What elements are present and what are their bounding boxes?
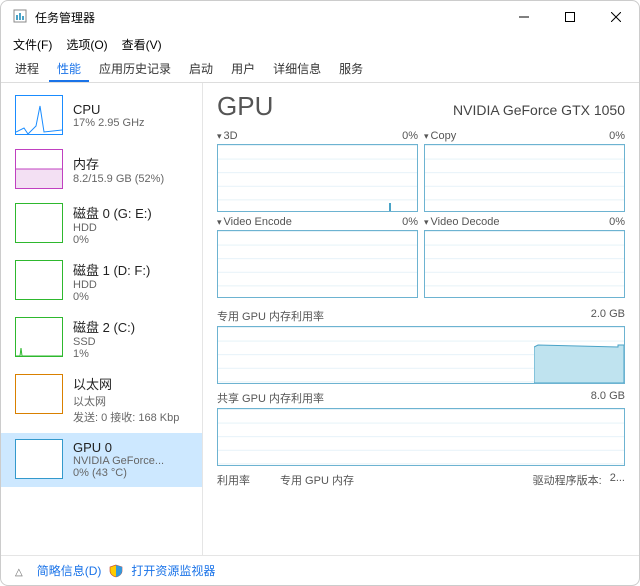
sidebar-item-disk1[interactable]: 磁盘 1 (D: F:) HDD 0% [1, 254, 202, 311]
disk2-sub1: SSD [73, 336, 135, 348]
gpu0-sub2: 0% (43 °C) [73, 467, 164, 479]
sidebar-item-disk0[interactable]: 磁盘 0 (G: E:) HDD 0% [1, 197, 202, 254]
graph-vdecode-label[interactable]: Video Decode [424, 216, 499, 228]
close-button[interactable] [593, 1, 639, 33]
window-title: 任务管理器 [35, 9, 95, 26]
detail-panel: GPU NVIDIA GeForce GTX 1050 3D 0% Copy 0… [203, 83, 639, 555]
titlebar-icon [13, 9, 27, 26]
graph-dedicated-memory[interactable] [217, 326, 625, 384]
disk2-sub2: 1% [73, 348, 135, 360]
cpu-sub: 17% 2.95 GHz [73, 117, 145, 129]
tab-details[interactable]: 详细信息 [265, 55, 329, 82]
memory-title: 内存 [73, 154, 164, 173]
graph-video-encode[interactable] [217, 230, 418, 298]
ethernet-thumb [15, 374, 63, 414]
graph-shared-memory[interactable] [217, 408, 625, 466]
disk1-sub1: HDD [73, 279, 150, 291]
driver-value: 2... [610, 472, 625, 488]
cpu-title: CPU [73, 102, 145, 117]
menu-view[interactable]: 查看(V) [122, 36, 162, 53]
disk1-sub2: 0% [73, 291, 150, 303]
graph-video-decode[interactable] [424, 230, 625, 298]
tab-services[interactable]: 服务 [331, 55, 371, 82]
tab-startup[interactable]: 启动 [181, 55, 221, 82]
sidebar: CPU 17% 2.95 GHz 内存 8.2/15.9 GB (52%) 磁盘… [1, 83, 203, 555]
tab-bar: 进程 性能 应用历史记录 启动 用户 详细信息 服务 [1, 55, 639, 83]
dedicated-mem-max: 2.0 GB [591, 308, 625, 324]
shield-icon [109, 563, 123, 578]
graph-vencode-value: 0% [402, 216, 418, 228]
menu-file[interactable]: 文件(F) [13, 36, 52, 53]
gpu0-title: GPU 0 [73, 440, 164, 455]
device-name: NVIDIA GeForce GTX 1050 [453, 102, 625, 118]
gpu0-sub1: NVIDIA GeForce... [73, 455, 164, 467]
graph-vencode-label[interactable]: Video Encode [217, 216, 292, 228]
graph-copy[interactable] [424, 144, 625, 212]
maximize-button[interactable] [547, 1, 593, 33]
open-resmon-link[interactable]: 打开资源监视器 [131, 562, 215, 579]
disk2-title: 磁盘 2 (C:) [73, 317, 135, 336]
page-title: GPU [217, 91, 273, 122]
graph-copy-label[interactable]: Copy [424, 130, 456, 142]
disk1-title: 磁盘 1 (D: F:) [73, 260, 150, 279]
dedmem-label: 专用 GPU 内存 [280, 472, 354, 488]
shared-mem-label: 共享 GPU 内存利用率 [217, 390, 324, 406]
ethernet-title: 以太网 [73, 374, 179, 393]
gpu0-thumb [15, 439, 63, 479]
tab-app-history[interactable]: 应用历史记录 [91, 55, 179, 82]
sidebar-item-memory[interactable]: 内存 8.2/15.9 GB (52%) [1, 143, 202, 197]
sidebar-item-gpu0[interactable]: GPU 0 NVIDIA GeForce... 0% (43 °C) [1, 433, 202, 487]
minimize-button[interactable] [501, 1, 547, 33]
disk0-sub1: HDD [73, 222, 152, 234]
tab-processes[interactable]: 进程 [7, 55, 47, 82]
disk0-sub2: 0% [73, 234, 152, 246]
memory-thumb [15, 149, 63, 189]
driver-label: 驱动程序版本: [533, 472, 602, 488]
disk0-title: 磁盘 0 (G: E:) [73, 203, 152, 222]
sidebar-item-disk2[interactable]: 磁盘 2 (C:) SSD 1% [1, 311, 202, 368]
footer-stats: 利用率 专用 GPU 内存 驱动程序版本: 2... [217, 472, 625, 488]
fewer-details-link[interactable]: 简略信息(D) [37, 562, 102, 579]
graph-3d[interactable] [217, 144, 418, 212]
graph-3d-value: 0% [402, 130, 418, 142]
disk1-thumb [15, 260, 63, 300]
memory-sub: 8.2/15.9 GB (52%) [73, 173, 164, 185]
dedicated-mem-label: 专用 GPU 内存利用率 [217, 308, 324, 324]
disk0-thumb [15, 203, 63, 243]
menu-options[interactable]: 选项(O) [66, 36, 107, 53]
content: CPU 17% 2.95 GHz 内存 8.2/15.9 GB (52%) 磁盘… [1, 83, 639, 555]
util-label: 利用率 [217, 472, 250, 488]
graph-copy-value: 0% [609, 130, 625, 142]
ethernet-sub2: 发送: 0 接收: 168 Kbp [73, 409, 179, 425]
graph-vdecode-value: 0% [609, 216, 625, 228]
tab-users[interactable]: 用户 [223, 55, 263, 82]
tab-performance[interactable]: 性能 [49, 55, 89, 82]
ethernet-sub1: 以太网 [73, 393, 179, 409]
disk2-thumb [15, 317, 63, 357]
sidebar-item-cpu[interactable]: CPU 17% 2.95 GHz [1, 89, 202, 143]
chevron-up-icon[interactable] [15, 564, 29, 578]
cpu-thumb [15, 95, 63, 135]
sidebar-item-ethernet[interactable]: 以太网 以太网 发送: 0 接收: 168 Kbp [1, 368, 202, 433]
bottom-bar: 简略信息(D) 打开资源监视器 [1, 555, 639, 585]
shared-mem-max: 8.0 GB [591, 390, 625, 406]
graph-3d-label[interactable]: 3D [217, 130, 238, 142]
menubar: 文件(F) 选项(O) 查看(V) [1, 33, 639, 55]
titlebar: 任务管理器 [1, 1, 639, 33]
